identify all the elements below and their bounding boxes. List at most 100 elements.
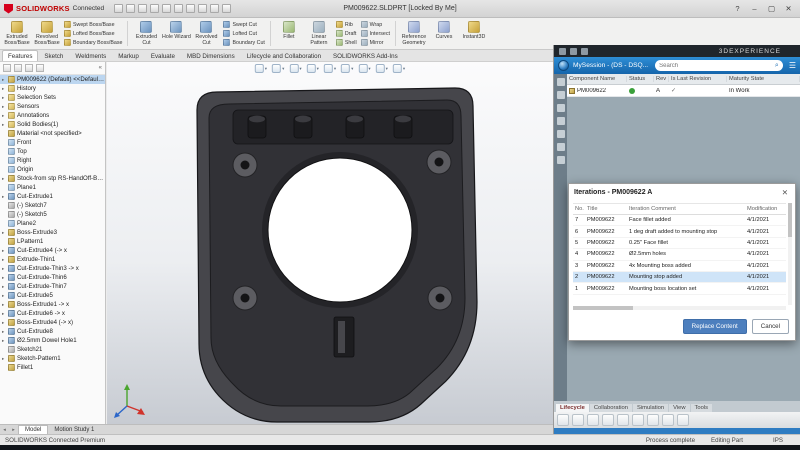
back-icon[interactable]	[570, 48, 577, 55]
rib-button[interactable]: Rib	[336, 21, 357, 28]
units-selector[interactable]: IPS	[773, 437, 783, 444]
boundary-boss-base-button[interactable]: Boundary Boss/Base	[64, 39, 122, 46]
graphics-viewport[interactable]: ▾▾▾▾▾▾▾▾▾	[107, 62, 553, 424]
view-orientation-icon[interactable]: ▾	[323, 63, 337, 74]
tree-item-pm009622-default-default-photo[interactable]: ▸PM009622 (Default) <<Default>_Photo	[0, 75, 105, 84]
swept-cut-button[interactable]: Swept Cut	[223, 21, 264, 28]
tree-item-cut-extrude6-x[interactable]: ▸Cut-Extrude6 -> x	[0, 309, 105, 318]
tree-item-stock-from-stp-rs-handoff-btco[interactable]: ▸Stock-from stp RS-HandOff-BTCo	[0, 174, 105, 183]
linear-pattern-button[interactable]: Linear Pattern	[304, 19, 334, 48]
panel-tab-view[interactable]: View	[669, 404, 689, 412]
extruded-cut-button[interactable]: Extruded Cut	[131, 19, 161, 48]
wrap-button[interactable]: Wrap	[361, 21, 390, 28]
panel-tab-lifecycle[interactable]: Lifecycle	[556, 404, 589, 412]
column-header-component-name[interactable]: Component Name	[567, 76, 627, 82]
boundary-cut-button[interactable]: Boundary Cut	[223, 39, 264, 46]
tree-item-front[interactable]: Front	[0, 138, 105, 147]
instant3d-button[interactable]: Instant3D	[459, 19, 489, 48]
tree-item-cut-extrude8[interactable]: ▸Cut-Extrude8	[0, 327, 105, 336]
zoom-area-icon[interactable]: ▾	[271, 63, 285, 74]
tab-motion-study-1[interactable]: Motion Study 1	[48, 425, 100, 434]
forward-icon[interactable]	[581, 48, 588, 55]
save-icon[interactable]	[138, 4, 147, 13]
tree-item-material-not-specified[interactable]: Material <not specified>	[0, 129, 105, 138]
help-button[interactable]: ?	[729, 2, 746, 16]
tree-item-top[interactable]: Top	[0, 147, 105, 156]
scrollbar-thumb[interactable]	[788, 203, 792, 237]
tree-item-2-5mm-dowel-hole1[interactable]: ▸Ø2.5mm Dowel Hole1	[0, 336, 105, 345]
iteration-row-1[interactable]: 1PM009622Mounting boss location set4/1/2…	[573, 283, 786, 294]
curves-button[interactable]: Curves	[429, 19, 459, 48]
tab-sketch[interactable]: Sketch	[38, 50, 69, 61]
tree-item-sketch21[interactable]: Sketch21	[0, 345, 105, 354]
list-icon[interactable]	[557, 104, 565, 112]
tree-item-cut-extrude-thin6[interactable]: ▸Cut-Extrude-Thin6	[0, 273, 105, 282]
compare-icon[interactable]	[557, 117, 565, 125]
column-header-rev[interactable]: Rev	[654, 76, 669, 82]
undo-icon[interactable]	[162, 4, 171, 13]
share-icon[interactable]	[662, 414, 674, 426]
fillet-button[interactable]: Fillet	[274, 19, 304, 48]
tree-item-origin[interactable]: Origin	[0, 165, 105, 174]
file-properties-icon[interactable]	[210, 4, 219, 13]
reference-geometry-button[interactable]: Reference Geometry	[399, 19, 429, 48]
settings-icon[interactable]	[557, 143, 565, 151]
tab-model[interactable]: Model	[18, 425, 48, 434]
display-pane-icon[interactable]	[14, 64, 22, 72]
tree-item-sketch5[interactable]: (-) Sketch5	[0, 210, 105, 219]
new-revision-icon[interactable]	[572, 414, 584, 426]
iteration-row-5[interactable]: 5PM0096220.25" Face fillet4/1/2021	[573, 238, 786, 249]
search-input[interactable]	[659, 63, 775, 69]
zoom-fit-icon[interactable]: ▾	[254, 63, 268, 74]
replace-content-button[interactable]: Replace Content	[683, 319, 747, 334]
tab-weldments[interactable]: Weldments	[69, 50, 112, 61]
help-icon[interactable]	[557, 156, 565, 164]
lofted-cut-button[interactable]: Lofted Cut	[223, 30, 264, 37]
tree-display-icon[interactable]	[3, 64, 11, 72]
search-icon[interactable]	[557, 78, 565, 86]
tree-item-sketch7[interactable]: (-) Sketch7	[0, 201, 105, 210]
horizontal-scrollbar[interactable]	[573, 306, 786, 310]
tree-item-plane2[interactable]: Plane2	[0, 219, 105, 228]
part-3d-view[interactable]	[107, 62, 553, 424]
iteration-row-6[interactable]: 6PM0096221 deg draft added to mounting s…	[573, 226, 786, 237]
tab-mbd-dimensions[interactable]: MBD Dimensions	[181, 50, 241, 61]
select-icon[interactable]	[186, 4, 195, 13]
shell-button[interactable]: Shell	[336, 39, 357, 46]
iteration-row-7[interactable]: 7PM009622Face fillet added4/1/2021	[573, 215, 786, 226]
iterations-column-iteration-comment[interactable]: Iteration Comment	[627, 206, 745, 212]
apps-grid-icon[interactable]	[559, 48, 566, 55]
cancel-button[interactable]: Cancel	[752, 319, 789, 334]
bookmark-icon[interactable]	[557, 91, 565, 99]
scene-icon[interactable]: ▾	[392, 63, 406, 74]
scrollbar-thumb[interactable]	[573, 306, 633, 310]
tree-item-sketch-pattern1[interactable]: ▸Sketch-Pattern1	[0, 354, 105, 363]
mirror-button[interactable]: Mirror	[361, 39, 390, 46]
search-icon[interactable]: ⌕	[775, 62, 779, 70]
iteration-row-2[interactable]: 2PM009622Mounting stop added4/1/2021	[573, 272, 786, 283]
tree-item-lpattern1[interactable]: LPattern1	[0, 237, 105, 246]
tree-item-cut-extrude-thin7[interactable]: ▸Cut-Extrude-Thin7	[0, 282, 105, 291]
revolved-cut-button[interactable]: Revolved Cut	[191, 19, 221, 48]
tab-evaluate[interactable]: Evaluate	[145, 50, 181, 61]
tree-item-fillet1[interactable]: Fillet1	[0, 363, 105, 372]
new-icon[interactable]	[114, 4, 123, 13]
hide-show-icon[interactable]: ▾	[357, 63, 371, 74]
tree-item-right[interactable]: Right	[0, 156, 105, 165]
close-button[interactable]: ✕	[780, 2, 797, 16]
rebuild-icon[interactable]	[198, 4, 207, 13]
column-header-is-last-revision[interactable]: Is Last Revision	[669, 76, 727, 82]
tree-item-cut-extrude4-x[interactable]: ▸Cut-Extrude4 (-> x	[0, 246, 105, 255]
vertical-scrollbar[interactable]	[788, 203, 792, 305]
tree-item-plane1[interactable]: Plane1	[0, 183, 105, 192]
column-header-maturity-state[interactable]: Maturity State	[727, 76, 800, 82]
intersect-button[interactable]: Intersect	[361, 30, 390, 37]
options-icon[interactable]	[222, 4, 231, 13]
draft-button[interactable]: Draft	[336, 30, 357, 37]
tab-markup[interactable]: Markup	[112, 50, 145, 61]
hole-wizard-button[interactable]: Hole Wizard	[161, 19, 191, 48]
save-icon[interactable]	[617, 414, 629, 426]
iteration-row-3[interactable]: 3PM0096224x Mounting boss added4/1/2021	[573, 261, 786, 272]
delete-icon[interactable]	[677, 414, 689, 426]
extruded-boss-base-button[interactable]: Extruded Boss/Base	[2, 19, 32, 48]
